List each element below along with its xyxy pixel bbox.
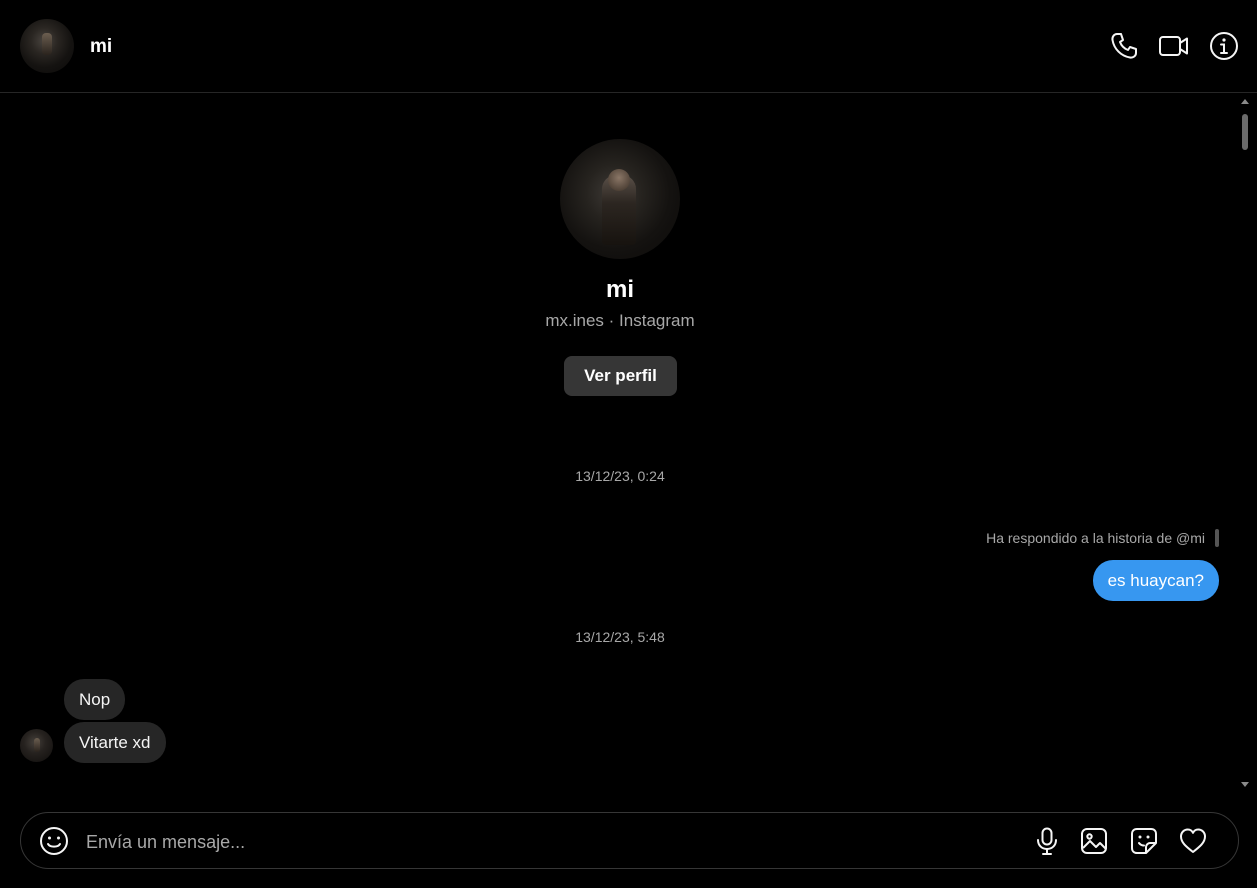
- message-composer: [20, 812, 1239, 869]
- header-username[interactable]: mi: [90, 36, 112, 58]
- message-timestamp: 13/12/23, 5:48: [575, 629, 665, 645]
- scroll-down-arrow[interactable]: [1241, 782, 1249, 787]
- info-icon[interactable]: [1208, 30, 1240, 62]
- story-reply-bar[interactable]: [1215, 529, 1219, 547]
- profile-name: mi: [605, 276, 634, 303]
- avatar[interactable]: [20, 19, 74, 73]
- profile-avatar[interactable]: [560, 139, 680, 259]
- incoming-message[interactable]: Nop: [64, 679, 126, 720]
- story-reply-note: Ha respondido a la historia de @mi: [986, 530, 1205, 546]
- profile-subtitle: mx.ines · Instagram: [545, 311, 695, 330]
- sender-avatar[interactable]: [20, 729, 53, 762]
- chat-header: mi: [0, 0, 1257, 93]
- scroll-up-arrow[interactable]: [1241, 99, 1249, 104]
- microphone-icon[interactable]: [1032, 826, 1062, 856]
- emoji-icon[interactable]: [39, 826, 69, 856]
- image-icon[interactable]: [1079, 826, 1109, 856]
- sticker-icon[interactable]: [1129, 826, 1159, 856]
- scrollbar[interactable]: [1239, 94, 1251, 792]
- message-timestamp: 13/12/23, 0:24: [575, 468, 665, 484]
- message-input[interactable]: [84, 827, 948, 857]
- heart-icon[interactable]: [1178, 826, 1208, 856]
- scrollbar-thumb[interactable]: [1242, 114, 1248, 150]
- incoming-message[interactable]: Vitarte xd: [64, 722, 166, 763]
- outgoing-message[interactable]: es huaycan?: [1092, 560, 1219, 601]
- view-profile-button[interactable]: Ver perfil: [564, 356, 677, 396]
- avatar-head: [608, 169, 630, 191]
- video-icon[interactable]: [1158, 30, 1190, 62]
- phone-icon[interactable]: [1108, 30, 1140, 62]
